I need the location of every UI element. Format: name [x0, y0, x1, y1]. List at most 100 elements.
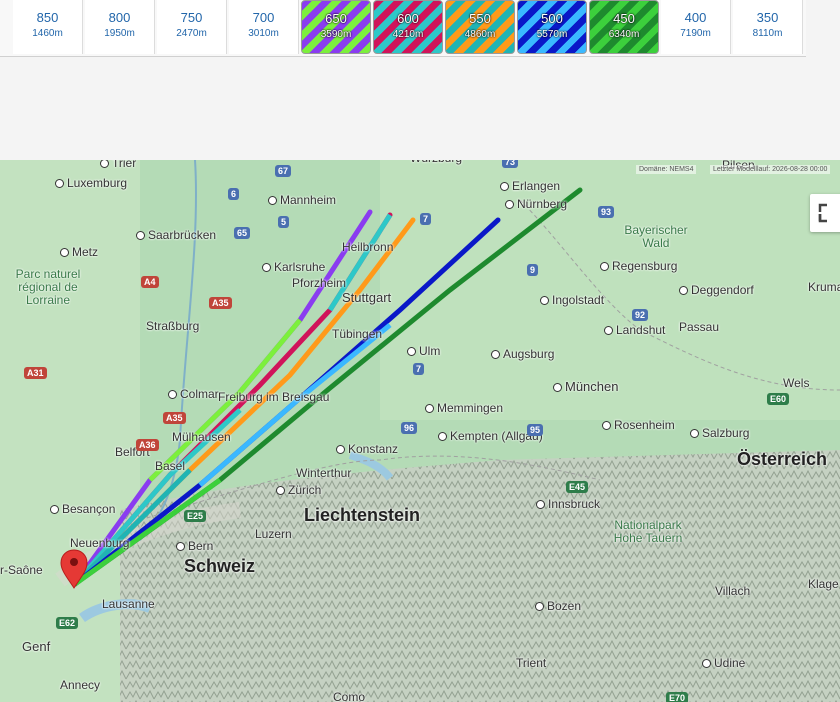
- level-altitude: 1460m: [32, 28, 63, 39]
- map-label-muenchen: München: [553, 379, 618, 394]
- map-label-memmingen: Memmingen: [425, 401, 503, 415]
- map-label-text: Österreich: [737, 449, 828, 469]
- map-label-text: Luxemburg: [67, 176, 128, 190]
- road-shield: E45: [566, 481, 589, 493]
- map-label-text: Liechtenstein: [304, 505, 421, 525]
- map-label-ingolstadt: Ingolstadt: [540, 293, 604, 307]
- city-marker-icon: [50, 505, 59, 515]
- road-shield: 96: [401, 422, 418, 434]
- map-label-text: Nürnberg: [517, 197, 568, 211]
- map-label-text: Villach: [715, 584, 751, 598]
- map-label-bern: Bern: [176, 539, 213, 553]
- level-pressure: 400: [684, 10, 707, 25]
- level-button-650[interactable]: 650 3590m: [301, 0, 371, 54]
- level-altitude: 4860m: [464, 29, 496, 40]
- map-label-saone: r-Saône: [0, 563, 43, 577]
- city-marker-icon: [600, 262, 609, 272]
- map-label-pforzheim: Pforzheim: [292, 276, 346, 290]
- level-button-800[interactable]: 800 1950m: [85, 0, 155, 54]
- map-label-text: Besançon: [62, 502, 116, 516]
- map-label-text: Parc naturel régional de Lorraine: [15, 267, 81, 307]
- map-label-text: Lausanne: [102, 597, 155, 611]
- level-button-750[interactable]: 750 2470m: [157, 0, 227, 54]
- map-label-text: Mannheim: [280, 193, 337, 207]
- level-altitude: 6340m: [608, 29, 640, 40]
- level-pressure: 650: [325, 11, 347, 26]
- map-label-text: Heilbronn: [342, 240, 394, 254]
- road-shield: E25: [184, 510, 207, 522]
- map-label-text: München: [565, 379, 619, 394]
- map-label-ulm: Ulm: [407, 344, 440, 358]
- map-label-nuernberg: Nürnberg: [505, 197, 567, 211]
- road-shield: A35: [163, 412, 186, 424]
- map-label-metz: Metz: [60, 245, 98, 259]
- level-button-550[interactable]: 550 4860m: [445, 0, 515, 54]
- map-label-text: Udine: [714, 656, 746, 670]
- road-shield: 67: [275, 165, 292, 177]
- level-button-850[interactable]: 850 1460m: [13, 0, 83, 54]
- credit-domain: Domäne: NEMS4: [636, 165, 697, 174]
- level-button-500[interactable]: 500 5570m: [517, 0, 587, 54]
- level-button-350[interactable]: 350 8110m: [733, 0, 803, 54]
- city-marker-icon: [602, 421, 611, 431]
- map-label-trient: Trient: [516, 656, 546, 670]
- map-label-text: Como: [333, 690, 366, 702]
- level-altitude: 7190m: [680, 28, 711, 39]
- map-label-villach: Villach: [715, 584, 750, 598]
- level-pressure: 500: [541, 11, 563, 26]
- map-label-text: Rosenheim: [614, 418, 675, 432]
- level-button-450[interactable]: 450 6340m: [589, 0, 659, 54]
- road-shield: E62: [56, 617, 79, 629]
- map-label-udine: Udine: [702, 656, 745, 670]
- map-label-text: Augsburg: [503, 347, 555, 361]
- city-marker-icon: [604, 326, 613, 336]
- map-label-text: Annecy: [60, 678, 101, 692]
- map-label-winterthur: Winterthur: [296, 466, 351, 480]
- map-label-deggendorf: Deggendorf: [679, 283, 754, 297]
- map-label-freiburg: Freiburg im Breisgau: [218, 390, 329, 404]
- city-marker-icon: [438, 432, 447, 442]
- map-label-text: Luzern: [255, 527, 292, 541]
- map-label-rosenheim: Rosenheim: [602, 418, 675, 432]
- map-label-erlangen: Erlangen: [500, 179, 560, 193]
- city-marker-icon: [679, 286, 688, 296]
- map-label-text: Karlsruhe: [274, 260, 326, 274]
- map-label-text: Landshut: [616, 323, 666, 337]
- map-label-text: Bozen: [547, 599, 582, 613]
- map-label-annecy: Annecy: [60, 678, 100, 692]
- map-label-regensburg: Regensburg: [600, 259, 677, 273]
- road-shield: 5: [278, 216, 290, 228]
- city-marker-icon: [553, 383, 562, 393]
- map-label-saarbruecken: Saarbrücken: [136, 228, 216, 242]
- map-label-text: Salzburg: [702, 426, 750, 440]
- level-button-400[interactable]: 400 7190m: [661, 0, 731, 54]
- city-marker-icon: [55, 179, 64, 189]
- city-marker-icon: [336, 445, 345, 455]
- map-label-schweiz: Schweiz: [184, 556, 255, 577]
- level-button-600[interactable]: 600 4210m: [373, 0, 443, 54]
- map-label-oesterreich: Österreich: [737, 449, 827, 470]
- map-label-klagenfurt: Klage: [808, 577, 839, 591]
- map-label-text: r-Saône: [0, 563, 43, 577]
- road-shield: A35: [209, 297, 232, 309]
- map-label-innsbruck: Innsbruck: [536, 497, 600, 511]
- empty-panel: [0, 57, 840, 160]
- level-button-700[interactable]: 700 3010m: [229, 0, 299, 54]
- map-label-text: Innsbruck: [548, 497, 601, 511]
- fullscreen-button[interactable]: [810, 194, 840, 232]
- map-label-landshut: Landshut: [604, 323, 665, 337]
- map-view[interactable]: Trier Luxemburg Saarbrücken Metz Parc nature…: [0, 160, 840, 702]
- road-shield: A4: [141, 276, 159, 288]
- map-label-text: Wels: [783, 376, 810, 390]
- level-pressure: 450: [613, 11, 635, 26]
- map-label-text: Konstanz: [348, 442, 399, 456]
- city-marker-icon: [535, 602, 544, 612]
- map-label-strassburg: Straßburg: [146, 319, 199, 333]
- map-label-augsburg: Augsburg: [491, 347, 554, 361]
- city-marker-icon: [168, 390, 177, 400]
- city-marker-icon: [176, 542, 185, 552]
- map-label-trier: Trier: [100, 160, 136, 170]
- map-label-text: Mülhausen: [172, 430, 231, 444]
- map-label-text: Klage: [808, 577, 839, 591]
- map-label-text: Zürich: [288, 483, 322, 497]
